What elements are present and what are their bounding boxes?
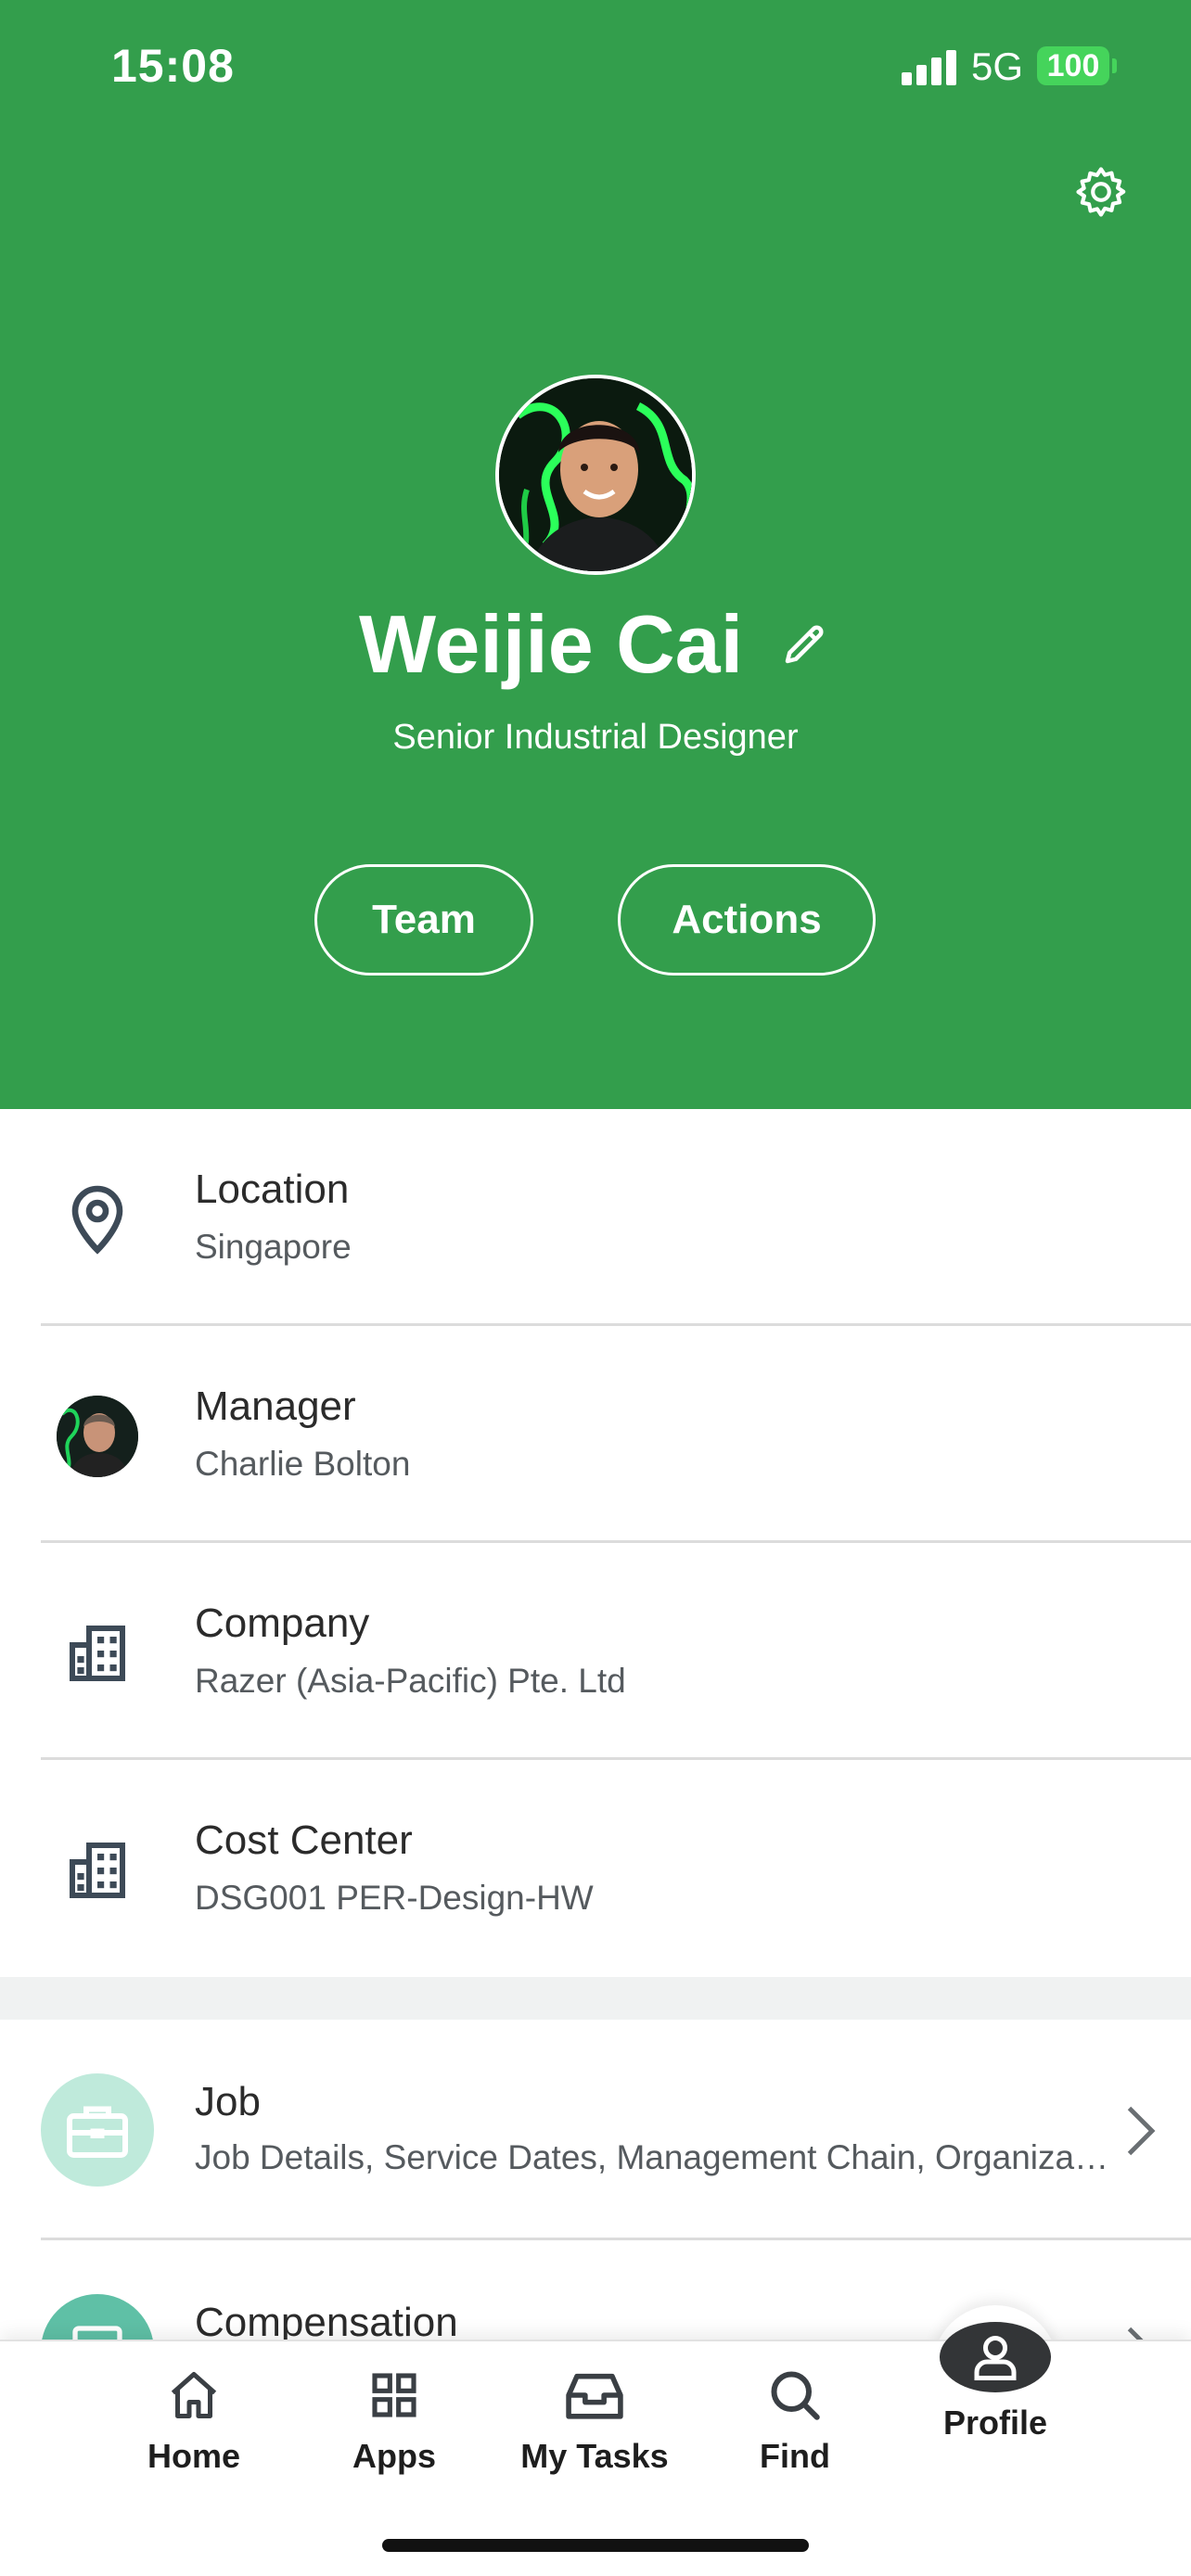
apps-grid-icon bbox=[368, 2363, 420, 2428]
profile-job-title: Senior Industrial Designer bbox=[392, 718, 799, 757]
pencil-icon bbox=[785, 625, 824, 664]
nav-row-job[interactable]: Job Job Details, Service Dates, Manageme… bbox=[0, 2020, 1191, 2240]
nav-description: Job Details, Service Dates, Management C… bbox=[195, 2138, 1113, 2176]
gear-icon bbox=[1076, 167, 1126, 217]
status-bar: 15:08 5G 100 bbox=[0, 0, 1191, 139]
building-icon bbox=[54, 1827, 141, 1914]
tab-find[interactable]: Find bbox=[711, 2363, 878, 2483]
tab-label: Profile bbox=[942, 2404, 1048, 2442]
profile-tab-circle bbox=[940, 2322, 1051, 2392]
manager-avatar[interactable] bbox=[54, 1393, 141, 1480]
avatar-photo bbox=[499, 378, 692, 571]
info-row-manager[interactable]: Manager Charlie Bolton bbox=[0, 1326, 1191, 1543]
info-row-location: Location Singapore bbox=[0, 1109, 1191, 1326]
info-value: DSG001 PER-Design-HW bbox=[195, 1879, 594, 1917]
signal-icon bbox=[902, 48, 957, 85]
tab-profile[interactable]: Profile bbox=[912, 2322, 1079, 2442]
tab-label: Apps bbox=[352, 2437, 436, 2475]
info-value: Singapore bbox=[195, 1228, 352, 1266]
manager-photo bbox=[57, 1396, 138, 1477]
actions-button[interactable]: Actions bbox=[618, 864, 876, 976]
user-icon bbox=[974, 2336, 1017, 2380]
info-list: Location Singapore Manager Charlie Bolto… bbox=[0, 1109, 1191, 1977]
home-indicator[interactable] bbox=[382, 2539, 809, 2552]
network-type: 5G bbox=[971, 45, 1024, 88]
info-label: Manager bbox=[195, 1384, 356, 1429]
battery-level: 100 bbox=[1046, 47, 1100, 83]
tab-label: Home bbox=[147, 2437, 241, 2475]
info-value: Razer (Asia-Pacific) Pte. Ltd bbox=[195, 1662, 626, 1700]
nav-label: Job bbox=[195, 2079, 261, 2124]
team-button[interactable]: Team bbox=[314, 864, 533, 976]
section-gap bbox=[0, 1977, 1191, 2020]
chevron-right-icon bbox=[1127, 2106, 1156, 2156]
info-value[interactable]: Charlie Bolton bbox=[195, 1445, 410, 1484]
location-pin-icon bbox=[54, 1176, 141, 1263]
profile-name: Weijie Cai bbox=[358, 598, 744, 690]
nav-label: Compensation bbox=[195, 2300, 458, 2340]
chevron-right-icon bbox=[1127, 2327, 1144, 2340]
compensation-icon bbox=[41, 2294, 154, 2340]
tab-home[interactable]: Home bbox=[110, 2363, 277, 2483]
tab-apps[interactable]: Apps bbox=[311, 2363, 478, 2483]
info-label: Cost Center bbox=[195, 1817, 413, 1863]
battery-icon: 100 bbox=[1037, 46, 1117, 85]
info-label: Company bbox=[195, 1600, 370, 1646]
building-icon bbox=[54, 1610, 141, 1697]
inbox-tray-icon bbox=[564, 2363, 625, 2428]
profile-nav-list: Job Job Details, Service Dates, Manageme… bbox=[0, 2020, 1191, 2340]
edit-name-button[interactable] bbox=[776, 617, 832, 672]
profile-header: 15:08 5G 100 Weijie Cai Senior Industria… bbox=[0, 0, 1191, 1109]
briefcase-icon bbox=[41, 2073, 154, 2187]
name-row: Weijie Cai bbox=[0, 593, 1191, 695]
info-row-company: Company Razer (Asia-Pacific) Pte. Ltd bbox=[0, 1543, 1191, 1760]
search-icon bbox=[767, 2363, 823, 2428]
settings-button[interactable] bbox=[1069, 159, 1133, 224]
tab-label: Find bbox=[760, 2437, 830, 2475]
info-label: Location bbox=[195, 1167, 350, 1212]
profile-avatar[interactable] bbox=[495, 375, 696, 575]
tab-my-tasks[interactable]: My Tasks bbox=[511, 2363, 678, 2483]
status-time: 15:08 bbox=[111, 40, 235, 92]
tab-label: My Tasks bbox=[520, 2437, 669, 2475]
info-row-cost-center: Cost Center DSG001 PER-Design-HW bbox=[0, 1760, 1191, 1977]
home-icon bbox=[166, 2363, 222, 2428]
